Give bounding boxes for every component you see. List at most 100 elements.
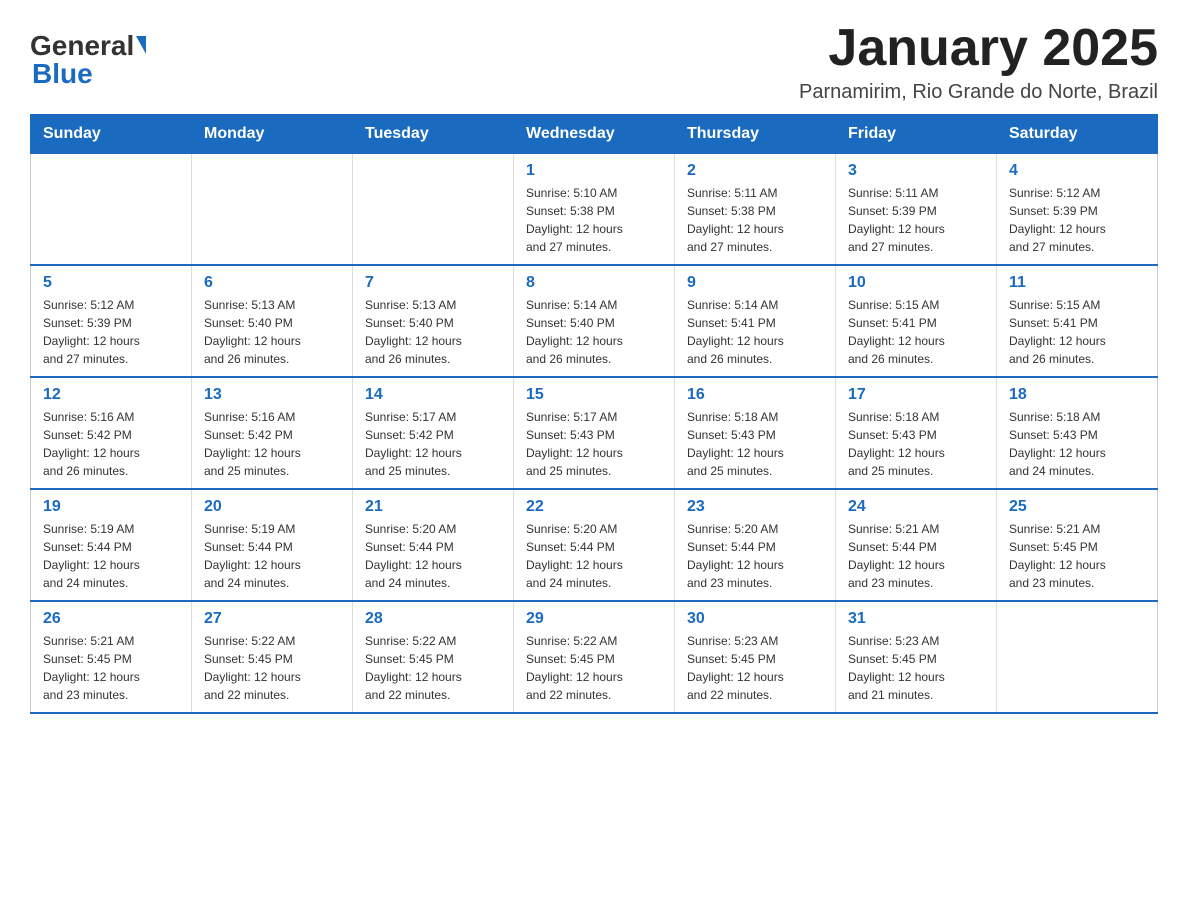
day-info-20: Sunrise: 5:19 AMSunset: 5:44 PMDaylight:… <box>204 520 340 592</box>
day-info-6: Sunrise: 5:13 AMSunset: 5:40 PMDaylight:… <box>204 296 340 368</box>
weekday-header-friday: Friday <box>836 115 997 154</box>
day-number-21: 21 <box>365 498 501 516</box>
weekday-header-sunday: Sunday <box>31 115 192 154</box>
day-info-16: Sunrise: 5:18 AMSunset: 5:43 PMDaylight:… <box>687 408 823 480</box>
weekday-header-thursday: Thursday <box>675 115 836 154</box>
calendar-cell-w5-d6: 31Sunrise: 5:23 AMSunset: 5:45 PMDayligh… <box>836 601 997 713</box>
calendar-cell-w1-d4: 1 Sunrise: 5:10 AMSunset: 5:38 PMDaylight… <box>514 154 675 266</box>
calendar-cell-w3-d3: 14 Sunrise: 5:17 AMSunset: 5:42 PMDayligh… <box>353 377 514 489</box>
calendar-table: SundayMondayTuesdayWednesdayThursdayFrid… <box>30 114 1158 714</box>
day-number-22: 22 <box>526 498 662 516</box>
day-number-13: 13 <box>204 386 340 404</box>
day-number-2: 2 <box>687 162 823 180</box>
day-info-28: Sunrise: 5:22 AMSunset: 5:45 PMDaylight:… <box>365 632 501 704</box>
day-number-16: 16 <box>687 386 823 404</box>
calendar-cell-w3-d7: 18Sunrise: 5:18 AMSunset: 5:43 PMDayligh… <box>997 377 1158 489</box>
day-number-1: 1 <box>526 162 662 180</box>
day-info-4: Sunrise: 5:12 AMSunset: 5:39 PMDaylight:… <box>1009 184 1145 256</box>
week-row-1: 1 Sunrise: 5:10 AMSunset: 5:38 PMDaylight… <box>31 154 1158 266</box>
day-number-7: 7 <box>365 274 501 292</box>
day-number-26: 26 <box>43 610 179 628</box>
day-number-12: 12 <box>43 386 179 404</box>
calendar-cell-w5-d1: 26 Sunrise: 5:21 AMSunset: 5:45 PMDayligh… <box>31 601 192 713</box>
week-row-5: 26 Sunrise: 5:21 AMSunset: 5:45 PMDayligh… <box>31 601 1158 713</box>
calendar-cell-w4-d1: 19 Sunrise: 5:19 AMSunset: 5:44 PMDayligh… <box>31 489 192 601</box>
calendar-cell-w3-d5: 16 Sunrise: 5:18 AMSunset: 5:43 PMDayligh… <box>675 377 836 489</box>
calendar-cell-w5-d2: 27Sunrise: 5:22 AMSunset: 5:45 PMDayligh… <box>192 601 353 713</box>
day-number-30: 30 <box>687 610 823 628</box>
calendar-cell-w4-d7: 25Sunrise: 5:21 AMSunset: 5:45 PMDayligh… <box>997 489 1158 601</box>
day-number-9: 9 <box>687 274 823 292</box>
day-info-24: Sunrise: 5:21 AMSunset: 5:44 PMDaylight:… <box>848 520 984 592</box>
logo-blue-text: Blue <box>32 58 93 90</box>
day-number-28: 28 <box>365 610 501 628</box>
logo-triangle-icon <box>136 36 146 54</box>
weekday-header-monday: Monday <box>192 115 353 154</box>
weekday-header-row: SundayMondayTuesdayWednesdayThursdayFrid… <box>31 115 1158 154</box>
day-info-7: Sunrise: 5:13 AMSunset: 5:40 PMDaylight:… <box>365 296 501 368</box>
day-number-4: 4 <box>1009 162 1145 180</box>
day-info-21: Sunrise: 5:20 AMSunset: 5:44 PMDaylight:… <box>365 520 501 592</box>
calendar-cell-w5-d3: 28 Sunrise: 5:22 AMSunset: 5:45 PMDayligh… <box>353 601 514 713</box>
weekday-header-tuesday: Tuesday <box>353 115 514 154</box>
day-number-19: 19 <box>43 498 179 516</box>
calendar-cell-w2-d4: 8 Sunrise: 5:14 AMSunset: 5:40 PMDaylight… <box>514 265 675 377</box>
day-info-19: Sunrise: 5:19 AMSunset: 5:44 PMDaylight:… <box>43 520 179 592</box>
location-text: Parnamirim, Rio Grande do Norte, Brazil <box>799 81 1158 104</box>
calendar-cell-w1-d5: 2Sunrise: 5:11 AMSunset: 5:38 PMDaylight… <box>675 154 836 266</box>
day-number-14: 14 <box>365 386 501 404</box>
calendar-cell-w4-d5: 23Sunrise: 5:20 AMSunset: 5:44 PMDayligh… <box>675 489 836 601</box>
day-info-10: Sunrise: 5:15 AMSunset: 5:41 PMDaylight:… <box>848 296 984 368</box>
day-number-5: 5 <box>43 274 179 292</box>
day-info-14: Sunrise: 5:17 AMSunset: 5:42 PMDaylight:… <box>365 408 501 480</box>
week-row-4: 19 Sunrise: 5:19 AMSunset: 5:44 PMDayligh… <box>31 489 1158 601</box>
day-info-11: Sunrise: 5:15 AMSunset: 5:41 PMDaylight:… <box>1009 296 1145 368</box>
day-info-17: Sunrise: 5:18 AMSunset: 5:43 PMDaylight:… <box>848 408 984 480</box>
day-number-31: 31 <box>848 610 984 628</box>
day-number-25: 25 <box>1009 498 1145 516</box>
calendar-cell-w1-d3 <box>353 154 514 266</box>
day-number-17: 17 <box>848 386 984 404</box>
day-info-18: Sunrise: 5:18 AMSunset: 5:43 PMDaylight:… <box>1009 408 1145 480</box>
month-title: January 2025 <box>799 20 1158 77</box>
day-info-3: Sunrise: 5:11 AMSunset: 5:39 PMDaylight:… <box>848 184 984 256</box>
week-row-3: 12 Sunrise: 5:16 AMSunset: 5:42 PMDayligh… <box>31 377 1158 489</box>
day-number-27: 27 <box>204 610 340 628</box>
calendar-cell-w5-d5: 30Sunrise: 5:23 AMSunset: 5:45 PMDayligh… <box>675 601 836 713</box>
calendar-cell-w2-d3: 7 Sunrise: 5:13 AMSunset: 5:40 PMDaylight… <box>353 265 514 377</box>
day-number-8: 8 <box>526 274 662 292</box>
calendar-cell-w4-d4: 22 Sunrise: 5:20 AMSunset: 5:44 PMDayligh… <box>514 489 675 601</box>
day-info-1: Sunrise: 5:10 AMSunset: 5:38 PMDaylight:… <box>526 184 662 256</box>
calendar-cell-w3-d6: 17 Sunrise: 5:18 AMSunset: 5:43 PMDayligh… <box>836 377 997 489</box>
calendar-cell-w4-d2: 20 Sunrise: 5:19 AMSunset: 5:44 PMDayligh… <box>192 489 353 601</box>
calendar-cell-w4-d6: 24Sunrise: 5:21 AMSunset: 5:44 PMDayligh… <box>836 489 997 601</box>
calendar-cell-w3-d1: 12 Sunrise: 5:16 AMSunset: 5:42 PMDayligh… <box>31 377 192 489</box>
day-info-12: Sunrise: 5:16 AMSunset: 5:42 PMDaylight:… <box>43 408 179 480</box>
calendar-cell-w1-d1 <box>31 154 192 266</box>
calendar-cell-w2-d2: 6 Sunrise: 5:13 AMSunset: 5:40 PMDaylight… <box>192 265 353 377</box>
day-number-6: 6 <box>204 274 340 292</box>
calendar-cell-w5-d4: 29 Sunrise: 5:22 AMSunset: 5:45 PMDayligh… <box>514 601 675 713</box>
calendar-cell-w1-d7: 4 Sunrise: 5:12 AMSunset: 5:39 PMDaylight… <box>997 154 1158 266</box>
calendar-cell-w3-d4: 15Sunrise: 5:17 AMSunset: 5:43 PMDayligh… <box>514 377 675 489</box>
calendar-cell-w5-d7 <box>997 601 1158 713</box>
day-info-9: Sunrise: 5:14 AMSunset: 5:41 PMDaylight:… <box>687 296 823 368</box>
day-number-20: 20 <box>204 498 340 516</box>
calendar-cell-w2-d7: 11Sunrise: 5:15 AMSunset: 5:41 PMDayligh… <box>997 265 1158 377</box>
calendar-cell-w1-d2 <box>192 154 353 266</box>
day-info-29: Sunrise: 5:22 AMSunset: 5:45 PMDaylight:… <box>526 632 662 704</box>
logo: General Blue <box>30 30 146 90</box>
day-number-23: 23 <box>687 498 823 516</box>
calendar-cell-w1-d6: 3Sunrise: 5:11 AMSunset: 5:39 PMDaylight… <box>836 154 997 266</box>
day-info-13: Sunrise: 5:16 AMSunset: 5:42 PMDaylight:… <box>204 408 340 480</box>
weekday-header-wednesday: Wednesday <box>514 115 675 154</box>
calendar-cell-w4-d3: 21 Sunrise: 5:20 AMSunset: 5:44 PMDayligh… <box>353 489 514 601</box>
calendar-cell-w3-d2: 13 Sunrise: 5:16 AMSunset: 5:42 PMDayligh… <box>192 377 353 489</box>
day-number-29: 29 <box>526 610 662 628</box>
header: General Blue January 2025 Parnamirim, Ri… <box>30 20 1158 104</box>
day-info-15: Sunrise: 5:17 AMSunset: 5:43 PMDaylight:… <box>526 408 662 480</box>
day-info-8: Sunrise: 5:14 AMSunset: 5:40 PMDaylight:… <box>526 296 662 368</box>
weekday-header-saturday: Saturday <box>997 115 1158 154</box>
day-info-22: Sunrise: 5:20 AMSunset: 5:44 PMDaylight:… <box>526 520 662 592</box>
day-info-26: Sunrise: 5:21 AMSunset: 5:45 PMDaylight:… <box>43 632 179 704</box>
